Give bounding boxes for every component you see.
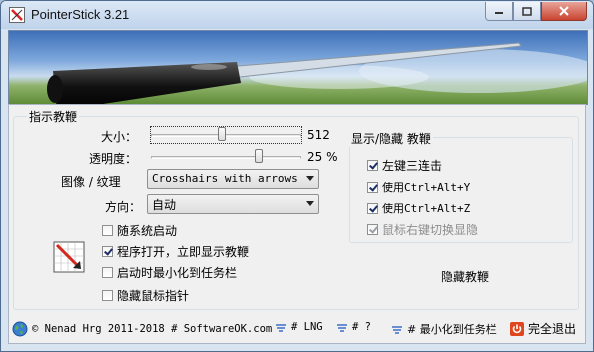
power-icon [510, 321, 524, 336]
help-link[interactable]: # ? [336, 321, 371, 333]
close-button[interactable] [541, 2, 587, 21]
start-minimized-label: 启动时最小化到任务栏 [117, 266, 238, 280]
maximize-icon [522, 6, 532, 16]
opacity-slider-thumb[interactable] [255, 149, 263, 163]
show-on-open-checkbox[interactable]: 程序打开，立即显示教鞭 [102, 243, 249, 260]
ctrl-alt-z-checkbox[interactable]: 使用Ctrl+Alt+Z [367, 200, 470, 216]
image-texture-value: Crosshairs with arrows ( [152, 172, 302, 185]
opacity-slider[interactable] [151, 149, 301, 165]
chevron-down-icon [306, 176, 314, 181]
caption-buttons [485, 2, 587, 21]
size-slider-thumb[interactable] [217, 127, 226, 141]
show-on-open-label: 程序打开，立即显示教鞭 [117, 245, 250, 259]
image-texture-select[interactable]: Crosshairs with arrows ( [147, 169, 319, 189]
exit-label: 完全退出 [528, 322, 577, 336]
show-on-open-box[interactable] [102, 246, 113, 257]
language-link[interactable]: # LNG [275, 321, 323, 333]
start-minimized-checkbox[interactable]: 启动时最小化到任务栏 [102, 264, 237, 281]
size-slider[interactable] [150, 126, 302, 144]
chevron-down-icon [306, 201, 314, 206]
autostart-label: 随系统启动 [117, 224, 178, 238]
opacity-value: 25 % [307, 150, 338, 164]
ctrl-alt-z-label: 使用Ctrl+Alt+Z [382, 202, 471, 215]
minimize-button[interactable] [485, 2, 513, 21]
minimize-to-tray-label: # 最小化到任务栏 [407, 323, 497, 336]
hide-cursor-label: 隐藏鼠标指针 [117, 289, 190, 303]
hide-cursor-box[interactable] [102, 290, 113, 301]
app-window: PointerStick 3.21 指示教鞭 大小： 512 透明度： 25 %… [0, 0, 594, 352]
globe-icon [12, 321, 28, 337]
autostart-box[interactable] [102, 225, 113, 236]
close-icon [559, 6, 569, 16]
header-banner [8, 30, 588, 105]
copyright-link[interactable]: © Nenad Hrg 2011-2018 # SoftwareOK.com [12, 321, 272, 337]
hide-cursor-checkbox[interactable]: 隐藏鼠标指针 [102, 287, 189, 304]
right-click-toggle-box [367, 224, 378, 235]
size-label: 大小： [101, 130, 138, 144]
triple-click-box[interactable] [367, 160, 378, 171]
crosshair-preview-icon [53, 241, 85, 273]
opacity-slider-track [151, 156, 301, 159]
right-click-toggle-label: 鼠标右键切换显隐 [382, 223, 479, 237]
direction-value: 自动 [152, 198, 177, 212]
ctrl-alt-y-box[interactable] [367, 181, 378, 193]
ctrl-alt-y-label: 使用Ctrl+Alt+Y [382, 181, 471, 194]
show-hide-group-title: 显示/隐藏 教鞭 [349, 130, 433, 147]
right-click-toggle-checkbox: 鼠标右键切换显隐 [367, 221, 478, 238]
minimize-icon [495, 12, 503, 14]
language-label: # LNG [291, 321, 323, 333]
autostart-checkbox[interactable]: 随系统启动 [102, 222, 177, 239]
menu-lines-icon [337, 324, 347, 332]
exit-link[interactable]: 完全退出 [510, 320, 576, 337]
ctrl-alt-z-box[interactable] [367, 202, 378, 214]
triple-click-checkbox[interactable]: 左键三连击 [367, 157, 442, 174]
direction-select[interactable]: 自动 [147, 194, 319, 214]
pointer-group-title: 指示教鞭 [27, 108, 80, 125]
opacity-label: 透明度： [89, 152, 138, 166]
main-panel: 指示教鞭 大小： 512 透明度： 25 % 图像 / 纹理 Crosshair… [8, 104, 586, 344]
menu-lines-icon [392, 326, 402, 334]
title-bar[interactable]: PointerStick 3.21 [1, 1, 593, 29]
size-slider-track [151, 134, 301, 137]
image-label: 图像 / 纹理 [61, 175, 121, 189]
copyright-text: © Nenad Hrg 2011-2018 # SoftwareOK.com [32, 323, 273, 335]
app-icon [9, 7, 25, 23]
size-value: 512 [307, 128, 330, 142]
hide-pointer-button[interactable]: 隐藏教鞭 [437, 266, 493, 287]
help-label: # ? [352, 321, 371, 333]
minimize-to-tray-link[interactable]: # 最小化到任务栏 [391, 321, 497, 337]
ctrl-alt-y-checkbox[interactable]: 使用Ctrl+Alt+Y [367, 179, 470, 195]
start-minimized-box[interactable] [102, 267, 113, 278]
maximize-button[interactable] [513, 2, 541, 21]
direction-label: 方向： [105, 200, 142, 214]
triple-click-label: 左键三连击 [382, 159, 443, 173]
window-title: PointerStick 3.21 [31, 7, 130, 22]
pointer-stick-image [47, 42, 587, 104]
menu-lines-icon [276, 324, 286, 332]
